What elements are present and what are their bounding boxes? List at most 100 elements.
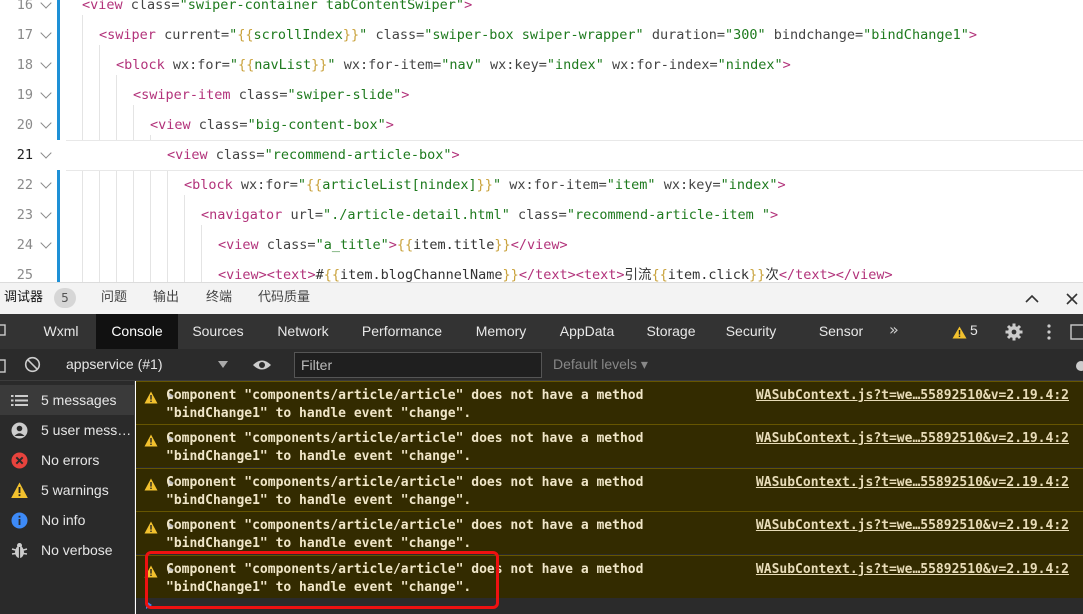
more-tabs-button[interactable]: » [889,314,899,346]
sidebar-toggle-icon[interactable] [0,358,6,377]
fold-chevron-icon[interactable] [40,177,52,189]
fold-chevron-icon[interactable] [40,207,52,219]
tab-console[interactable]: Console [96,314,178,349]
tab-storage[interactable]: Storage [636,314,706,349]
line-number: 24 [16,237,33,253]
sidebar-item-verbose[interactable]: No verbose [0,535,134,565]
code-text: <navigator url="./article-detail.html" c… [201,207,779,223]
line-number: 21 [16,147,33,163]
tab-wxml[interactable]: Wxml [30,314,92,349]
code-text: <block wx:for="{{navList}}" wx:for-item=… [116,57,791,73]
code-line[interactable]: 23 <navigator url="./article-detail.html"… [0,200,1083,230]
message-text: Component "components/article/article" d… [166,518,644,551]
line-number: 19 [16,87,33,103]
message-source-link[interactable]: WASubContext.js?t=we…55892510&v=2.19.4:2 [756,387,1069,405]
console-warning-message[interactable]: Component "components/article/article" d… [136,381,1083,424]
console-warning-message[interactable]: Component "components/article/article" d… [136,511,1083,554]
code-text: <swiper current="{{scrollIndex}}" class=… [99,27,977,43]
code-line[interactable]: 21 <view class="recommend-article-box"> [0,140,1083,171]
sidebar-item-messages[interactable]: 5 messages [0,385,134,415]
fold-chevron-icon[interactable] [40,117,52,129]
line-number: 23 [16,207,33,223]
settings-gear-icon[interactable] [1005,323,1023,345]
sidebar-item-user-messages[interactable]: 5 user mess… [0,415,134,445]
fold-chevron-icon[interactable] [40,27,52,39]
code-text: <block wx:for="{{articleList[nindex]}}" … [184,177,786,193]
line-number: 17 [16,27,33,43]
tab-security[interactable]: Security [716,314,786,349]
inspect-icon[interactable] [0,314,8,349]
line-number: 16 [16,0,33,13]
code-text: <view class="swiper-container tabContent… [82,0,473,13]
code-line[interactable]: 19 <swiper-item class="swiper-slide"> [0,80,1083,110]
line-number: 18 [16,57,33,73]
warning-icon [144,519,158,534]
sidebar-item-errors[interactable]: No errors [0,445,134,475]
context-selector[interactable]: appservice (#1) [66,349,163,380]
clear-console-icon[interactable] [24,356,41,377]
tab-sources[interactable]: Sources [181,314,255,349]
tab-performance[interactable]: Performance [352,314,452,349]
warning-icon [952,324,967,343]
fold-chevron-icon[interactable] [40,237,52,249]
info-icon [11,512,28,529]
console-warning-message[interactable]: Component "components/article/article" d… [136,468,1083,511]
tab-appdata[interactable]: AppData [548,314,626,349]
annotation-highlight-box [145,551,499,609]
warning-icon [11,482,28,499]
message-source-link[interactable]: WASubContext.js?t=we…55892510&v=2.19.4:2 [756,561,1069,579]
message-source-link[interactable]: WASubContext.js?t=we…55892510&v=2.19.4:2 [756,517,1069,535]
sidebar-item-info[interactable]: No info [0,505,134,535]
tab-memory[interactable]: Memory [463,314,539,349]
live-expression-eye-icon[interactable] [252,357,272,377]
sidebar-item-label: 5 messages [41,392,117,408]
filter-input[interactable]: Filter [294,352,542,378]
console-warning-message[interactable]: Component "components/article/article" d… [136,424,1083,467]
code-text: <view class="recommend-article-box"> [167,147,460,163]
message-text: Component "components/article/article" d… [166,431,644,464]
message-source-link[interactable]: WASubContext.js?t=we…55892510&v=2.19.4:2 [756,430,1069,448]
message-text: Component "components/article/article" d… [166,475,644,508]
dock-icon[interactable] [1070,323,1083,345]
tab-issues[interactable]: 问题 [101,283,127,314]
fold-chevron-icon[interactable] [40,57,52,69]
code-line[interactable]: 18 <block wx:for="{{navList}}" wx:for-ite… [0,50,1083,80]
code-line[interactable]: 17 <swiper current="{{scrollIndex}}" clas… [0,20,1083,50]
code-line[interactable]: 20 <view class="big-content-box"> [0,110,1083,140]
sidebar-item-label: No errors [41,452,100,468]
list-icon [11,392,28,409]
code-editor[interactable]: 16 <view class="swiper-container tabConte… [0,0,1083,282]
more-options-icon[interactable] [1045,323,1053,345]
code-line[interactable]: 22 <block wx:for="{{articleList[nindex]}}… [0,170,1083,200]
warning-icon [144,476,158,491]
line-number: 22 [16,177,33,193]
warning-icon [144,389,158,404]
sidebar-item-label: No verbose [41,542,113,558]
user-icon [11,422,28,439]
log-levels-dropdown[interactable]: Default levels ▾ [553,349,648,380]
tab-output[interactable]: 输出 [153,283,179,314]
tab-code-quality[interactable]: 代码质量 [258,283,310,314]
code-line[interactable]: 24 <view class="a_title">{{item.title}}</… [0,230,1083,260]
warning-icon [144,432,158,447]
tab-sensor[interactable]: Sensor [810,314,872,349]
code-text: <swiper-item class="swiper-slide"> [133,87,410,103]
sidebar-item-warnings[interactable]: 5 warnings [0,475,134,505]
console-toolbar: appservice (#1) Filter Default levels ▾ [0,349,1083,381]
code-line[interactable]: 16 <view class="swiper-container tabConte… [0,0,1083,20]
collapse-panel-icon[interactable] [1024,291,1040,307]
devtools-tab-bar: Wxml Console Sources Network Performance… [0,314,1083,349]
tab-network[interactable]: Network [264,314,342,349]
fold-chevron-icon[interactable] [40,87,52,99]
context-dropdown-caret[interactable] [218,361,228,368]
console-settings-icon[interactable] [1073,358,1083,377]
warning-count[interactable]: 5 [970,314,978,347]
fold-chevron-icon[interactable] [40,0,52,9]
tab-terminal[interactable]: 终端 [206,283,232,314]
fold-chevron-icon[interactable] [40,147,52,159]
error-icon [11,452,28,469]
code-line[interactable]: 25 <view><text>#{{item.blogChannelName}}<… [0,260,1083,282]
close-panel-icon[interactable] [1064,291,1080,307]
message-source-link[interactable]: WASubContext.js?t=we…55892510&v=2.19.4:2 [756,474,1069,492]
tab-debugger[interactable]: 调试器 [4,283,43,314]
